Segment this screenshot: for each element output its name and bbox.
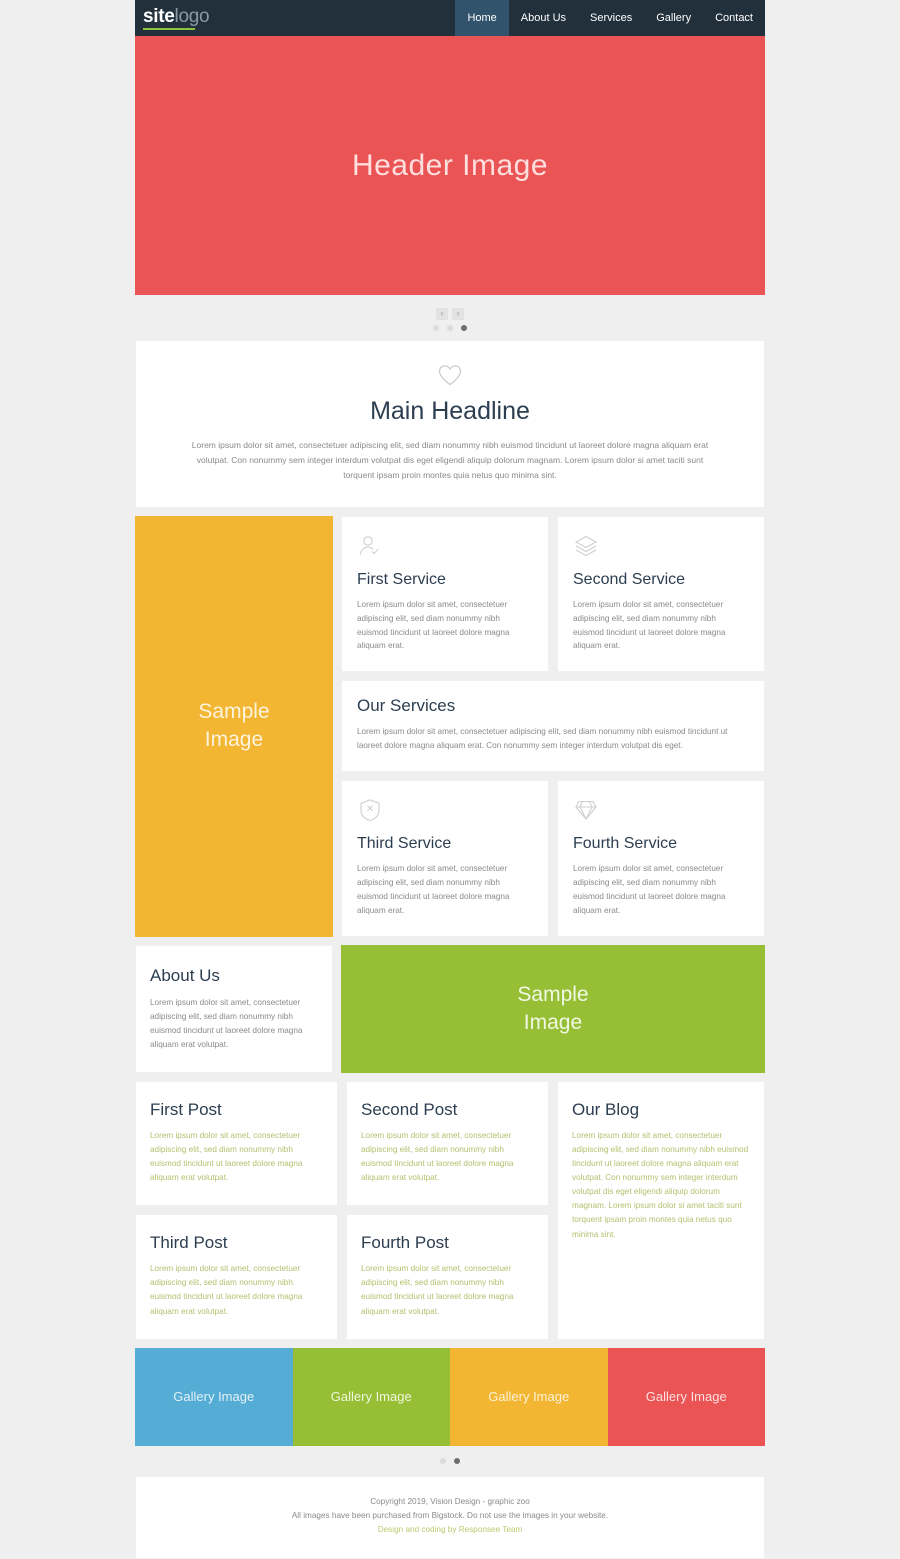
service-body-first: Lorem ipsum dolor sit amet, consectetuer… — [357, 599, 510, 651]
services-overview-body: Lorem ipsum dolor sit amet, consectetuer… — [357, 727, 728, 751]
post-card-first[interactable]: First Post Lorem ipsum dolor sit amet, c… — [135, 1080, 338, 1207]
gallery-dot-1[interactable] — [440, 1457, 446, 1464]
nav-item-about-us[interactable]: About Us — [509, 0, 578, 36]
service-title-third: Third Service — [357, 835, 452, 853]
blog-posts-column: First Post Lorem ipsum dolor sit amet, c… — [135, 1080, 549, 1340]
layers-icon — [574, 535, 598, 556]
user-check-icon — [359, 535, 379, 555]
hero-banner: Header Image — [135, 36, 765, 295]
nav-item-services[interactable]: Services — [578, 0, 644, 36]
about-body: Lorem ipsum dolor sit amet, consectetuer… — [150, 998, 303, 1049]
post-title-third: Third Post — [150, 1233, 228, 1253]
service-title-first: First Service — [357, 570, 446, 588]
blog-row-bottom: Third Post Lorem ipsum dolor sit amet, c… — [135, 1214, 549, 1340]
carousel-dots — [433, 324, 467, 331]
nav-item-contact[interactable]: Contact — [703, 0, 765, 36]
carousel-next-icon[interactable]: › — [452, 307, 464, 320]
footer-copyright: Copyright 2019, Vision Design - graphic … — [370, 1496, 530, 1506]
post-card-third[interactable]: Third Post Lorem ipsum dolor sit amet, c… — [135, 1214, 338, 1340]
blog-section: First Post Lorem ipsum dolor sit amet, c… — [135, 1080, 765, 1340]
blog-sidebar-title: Our Blog — [572, 1099, 640, 1119]
services-section: Sample Image First Service Lorem ipsum do… — [135, 515, 765, 937]
gallery-dot-2[interactable] — [454, 1457, 460, 1464]
gallery-tile-4[interactable]: Gallery Image — [607, 1347, 765, 1446]
page-container: site logo Home About Us Services Gallery … — [135, 0, 765, 1559]
site-logo[interactable]: site logo — [143, 5, 210, 30]
nav-item-home[interactable]: Home — [455, 0, 509, 36]
service-body-fourth: Lorem ipsum dolor sit amet, consectetuer… — [573, 864, 726, 916]
gallery-carousel-dots — [135, 1446, 765, 1476]
services-overview-card: Our Services Lorem ipsum dolor sit amet,… — [341, 680, 765, 773]
services-row-bottom: Third Service Lorem ipsum dolor sit amet… — [341, 780, 765, 937]
carousel-prev-icon[interactable]: ‹ — [436, 307, 448, 320]
footer-credit[interactable]: Design and coding by Responsee Team — [136, 1523, 764, 1537]
nav-item-gallery[interactable]: Gallery — [644, 0, 703, 36]
post-title-first: First Post — [150, 1099, 222, 1119]
service-card-third[interactable]: Third Service Lorem ipsum dolor sit amet… — [341, 780, 549, 937]
post-body-third: Lorem ipsum dolor sit amet, consectetuer… — [150, 1264, 303, 1316]
headline-body: Lorem ipsum dolor sit amet, consectetuer… — [191, 440, 709, 480]
headline-title: Main Headline — [370, 397, 530, 425]
nav-menu: Home About Us Services Gallery Contact — [455, 0, 765, 36]
services-sample-image-label: Sample Image — [198, 699, 270, 752]
about-sample-image: Sample Image — [341, 945, 765, 1073]
about-section: About Us Lorem ipsum dolor sit amet, con… — [135, 945, 765, 1073]
about-sample-image-label: Sample Image — [517, 982, 589, 1034]
shield-x-icon — [360, 799, 380, 822]
headline-section: Main Headline Lorem ipsum dolor sit amet… — [135, 340, 765, 508]
about-card: About Us Lorem ipsum dolor sit amet, con… — [135, 945, 333, 1073]
post-title-second: Second Post — [361, 1099, 458, 1119]
footer: Copyright 2019, Vision Design - graphic … — [135, 1475, 765, 1559]
heart-icon — [438, 365, 462, 386]
post-body-first: Lorem ipsum dolor sit amet, consectetuer… — [150, 1130, 303, 1183]
logo-secondary-text: logo — [174, 5, 210, 27]
service-title-second: Second Service — [573, 570, 686, 588]
hero-caption: Header Image — [351, 148, 549, 182]
service-title-fourth: Fourth Service — [573, 835, 678, 853]
blog-sidebar-body: Lorem ipsum dolor sit amet, consectetuer… — [572, 1130, 749, 1239]
services-column: First Service Lorem ipsum dolor sit amet… — [341, 515, 765, 937]
service-body-third: Lorem ipsum dolor sit amet, consectetuer… — [357, 864, 510, 916]
about-title: About Us — [150, 966, 220, 985]
carousel-dot-1[interactable] — [433, 324, 439, 331]
post-card-fourth[interactable]: Fourth Post Lorem ipsum dolor sit amet, … — [346, 1214, 549, 1340]
footer-notice: All images have been purchased from Bigs… — [291, 1510, 609, 1520]
services-row-top: First Service Lorem ipsum dolor sit amet… — [341, 515, 765, 673]
services-sample-image: Sample Image — [135, 515, 333, 937]
post-card-second[interactable]: Second Post Lorem ipsum dolor sit amet, … — [346, 1080, 549, 1207]
gallery-tile-2[interactable]: Gallery Image — [292, 1347, 450, 1446]
post-body-fourth: Lorem ipsum dolor sit amet, consectetuer… — [361, 1264, 514, 1316]
gallery-tile-3[interactable]: Gallery Image — [450, 1347, 608, 1446]
carousel-dot-2[interactable] — [447, 324, 453, 331]
blog-sidebar-card: Our Blog Lorem ipsum dolor sit amet, con… — [557, 1080, 765, 1340]
gallery-section: Gallery Image Gallery Image Gallery Imag… — [135, 1347, 765, 1446]
post-body-second: Lorem ipsum dolor sit amet, consectetuer… — [361, 1130, 514, 1183]
service-body-second: Lorem ipsum dolor sit amet, consectetuer… — [573, 599, 726, 651]
logo-primary-text: site — [143, 5, 175, 27]
navbar: site logo Home About Us Services Gallery … — [135, 0, 765, 36]
carousel-dot-3[interactable] — [461, 324, 467, 331]
service-card-first[interactable]: First Service Lorem ipsum dolor sit amet… — [341, 515, 549, 673]
post-title-fourth: Fourth Post — [361, 1233, 449, 1253]
services-overview-title: Our Services — [357, 696, 456, 716]
service-card-second[interactable]: Second Service Lorem ipsum dolor sit ame… — [557, 515, 765, 673]
carousel-arrows: ‹ › — [436, 307, 464, 320]
logo-underline — [143, 27, 195, 30]
gallery-tile-1[interactable]: Gallery Image — [135, 1347, 293, 1446]
blog-row-top: First Post Lorem ipsum dolor sit amet, c… — [135, 1080, 549, 1207]
diamond-icon — [575, 801, 597, 821]
hero-carousel-controls: ‹ › — [135, 295, 765, 340]
service-card-fourth[interactable]: Fourth Service Lorem ipsum dolor sit ame… — [557, 780, 765, 937]
